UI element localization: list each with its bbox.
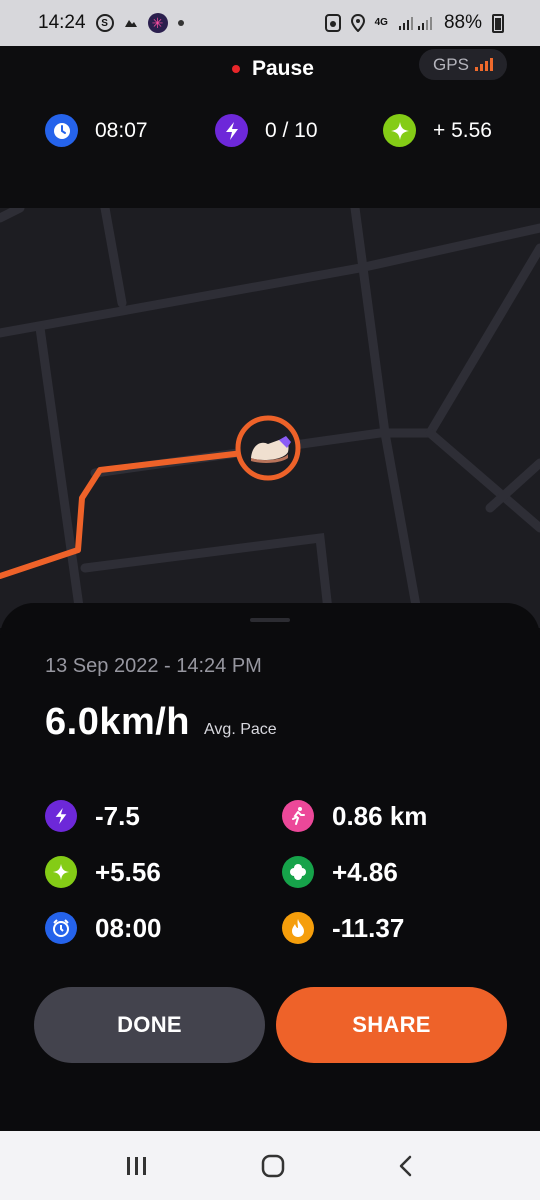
session-date: 13 Sep 2022 - 14:24 PM bbox=[45, 655, 262, 677]
clover-icon bbox=[282, 856, 314, 888]
stat-earnings: + 5.56 bbox=[383, 114, 492, 147]
gps-signal-icon bbox=[474, 58, 493, 71]
metric-duration-value: 08:00 bbox=[95, 912, 162, 943]
metric-duration: 08:00 bbox=[45, 912, 162, 944]
metric-luck-value: +4.86 bbox=[332, 856, 398, 887]
metric-earnings-value: +5.56 bbox=[95, 856, 161, 887]
stat-energy-value: 0 / 10 bbox=[265, 118, 318, 142]
pause-button[interactable]: Pause bbox=[232, 52, 314, 86]
back-icon[interactable] bbox=[397, 1154, 415, 1178]
app-root: 14:24 S ✳ 4G 88% Pause GPS 08:07 0 / 10 … bbox=[0, 0, 540, 1200]
metric-calories: -11.37 bbox=[282, 912, 404, 944]
done-button[interactable]: DONE bbox=[34, 987, 265, 1063]
app-notification-icon: S bbox=[95, 14, 114, 32]
cloud-notification-icon bbox=[124, 17, 138, 29]
camera-icon bbox=[324, 14, 341, 32]
status-time: 14:24 bbox=[38, 12, 86, 33]
metric-calories-value: -11.37 bbox=[332, 912, 405, 943]
summary-sheet: 13 Sep 2022 - 14:24 PM 6.0km/h Avg. Pace… bbox=[0, 603, 540, 1131]
avg-pace-label: Avg. Pace bbox=[204, 721, 277, 738]
metric-earnings: +5.56 bbox=[45, 856, 161, 888]
stat-time: 08:07 bbox=[45, 114, 148, 147]
energy-icon bbox=[215, 114, 248, 147]
gps-badge: GPS bbox=[419, 49, 507, 80]
sheet-drag-handle[interactable] bbox=[250, 618, 290, 622]
sparkle-icon bbox=[45, 856, 77, 888]
more-notifications-icon bbox=[177, 20, 184, 26]
battery-icon bbox=[492, 13, 504, 33]
system-nav-bar bbox=[0, 1131, 540, 1200]
metric-energy: -7.5 bbox=[45, 800, 140, 832]
gps-label: GPS bbox=[433, 54, 469, 74]
energy-icon bbox=[45, 800, 77, 832]
stat-time-value: 08:07 bbox=[95, 118, 148, 142]
home-icon[interactable] bbox=[260, 1153, 286, 1179]
recent-apps-icon[interactable] bbox=[125, 1155, 149, 1177]
sneaker-icon bbox=[235, 415, 301, 481]
recording-dot-icon bbox=[232, 65, 240, 73]
network-type-icon: 4G bbox=[374, 17, 388, 28]
signal-icon bbox=[398, 15, 434, 31]
metric-distance-value: 0.86 km bbox=[332, 800, 428, 831]
route-path bbox=[0, 447, 271, 579]
pause-label: Pause bbox=[252, 57, 314, 80]
top-panel: Pause GPS 08:07 0 / 10 + 5.56 bbox=[0, 46, 540, 208]
stat-energy: 0 / 10 bbox=[215, 114, 318, 147]
star-notification-icon: ✳ bbox=[147, 13, 168, 33]
location-icon bbox=[350, 14, 365, 32]
route-map[interactable] bbox=[0, 208, 540, 628]
metric-luck: +4.86 bbox=[282, 856, 398, 888]
avg-pace-value: 6.0km/h bbox=[45, 701, 191, 743]
clock-icon bbox=[45, 114, 78, 147]
battery-percent: 88% bbox=[443, 12, 482, 33]
map-canvas bbox=[0, 208, 540, 628]
flame-icon bbox=[282, 912, 314, 944]
status-bar: 14:24 S ✳ 4G 88% bbox=[0, 0, 540, 46]
metric-energy-value: -7.5 bbox=[95, 800, 140, 831]
runner-icon bbox=[282, 800, 314, 832]
sparkle-icon bbox=[383, 114, 416, 147]
alarm-icon bbox=[45, 912, 77, 944]
live-stats-row: 08:07 0 / 10 + 5.56 bbox=[0, 114, 540, 148]
stat-earnings-value: + 5.56 bbox=[433, 118, 492, 142]
share-button[interactable]: SHARE bbox=[276, 987, 507, 1063]
metric-distance: 0.86 km bbox=[282, 800, 427, 832]
avg-pace: 6.0km/h Avg. Pace bbox=[45, 701, 277, 744]
